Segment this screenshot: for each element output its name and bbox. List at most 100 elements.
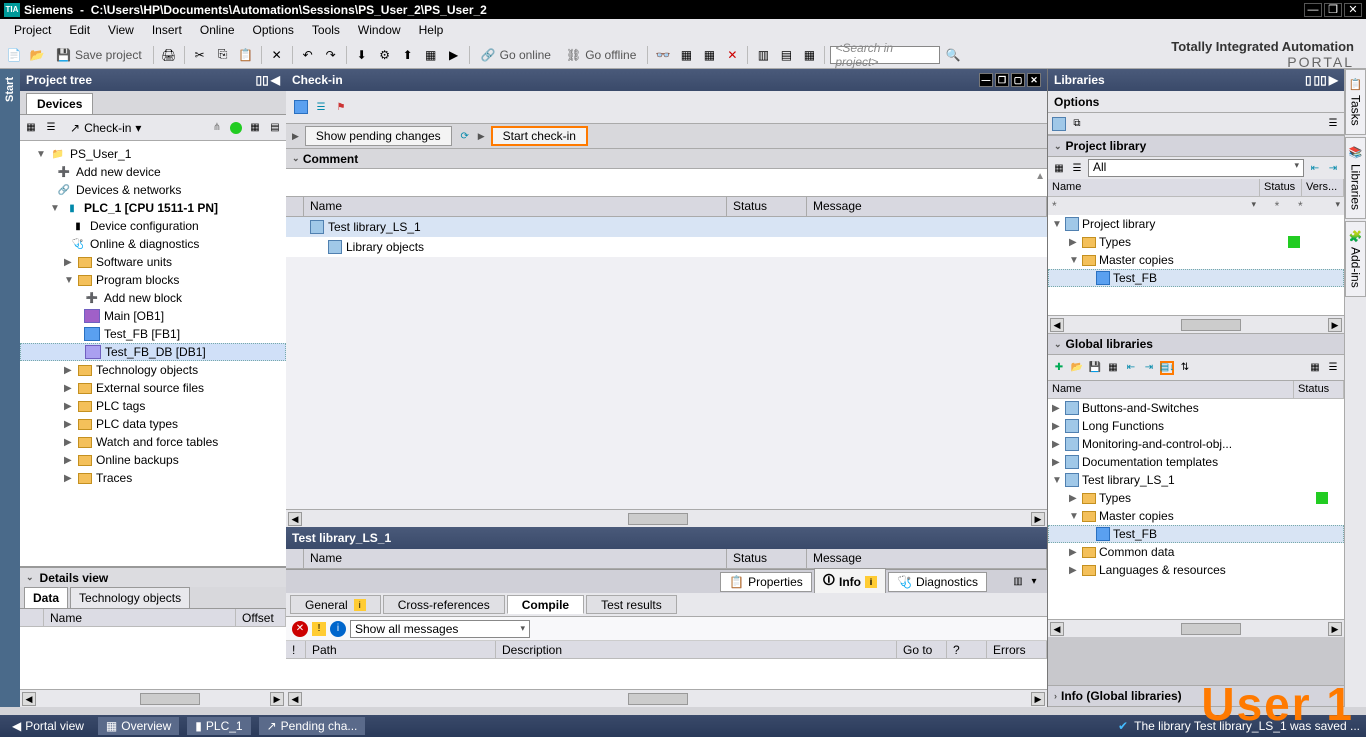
details-hscroll[interactable]: ◀▶ — [20, 689, 286, 707]
checkin-toolbar-button[interactable]: ↗ Check-in ▾ — [64, 118, 147, 138]
subtab-compile[interactable]: Compile — [507, 595, 584, 614]
subtab-crossref[interactable]: Cross-references — [383, 595, 505, 614]
start-arrow-icon[interactable]: ▶ — [478, 131, 485, 142]
tree-add-block[interactable]: ➕Add new block — [20, 289, 286, 307]
copy-icon[interactable]: ⎘ — [213, 45, 233, 65]
menu-view[interactable]: View — [100, 21, 142, 39]
warning-filter-icon[interactable]: ! — [312, 622, 326, 636]
glib-testlib-master[interactable]: ▼Master copies — [1048, 507, 1344, 525]
details-col-offset[interactable]: Offset — [236, 609, 286, 626]
sub-col-message[interactable]: Message — [807, 549, 1047, 568]
col-message[interactable]: Message — [807, 197, 1047, 216]
inspector-layout-icon[interactable]: ▥ — [1011, 575, 1025, 589]
lib-stamp-icon[interactable]: ⧉ — [1070, 117, 1084, 131]
go-online-button[interactable]: 🔗 Go online — [475, 45, 557, 65]
menu-help[interactable]: Help — [411, 21, 452, 39]
msg-col-q[interactable]: ? — [947, 641, 987, 658]
plib-master[interactable]: ▼Master copies — [1048, 251, 1344, 269]
lib-filter-icon2[interactable]: ☰ — [1070, 161, 1084, 175]
tree-program-blocks[interactable]: ▼Program blocks — [20, 271, 286, 289]
task-pending[interactable]: ↗ Pending cha... — [259, 717, 366, 735]
task-overview[interactable]: ▦ Overview — [98, 717, 179, 735]
msg-col-errors[interactable]: Errors — [987, 641, 1047, 658]
tree-traces[interactable]: ▶Traces — [20, 469, 286, 487]
checkin-row-libobjects[interactable]: Library objects — [286, 237, 1047, 257]
download-icon[interactable]: ⬇ — [352, 45, 372, 65]
minimize-button[interactable]: — — [1304, 3, 1322, 17]
start-icon[interactable]: ▶ — [444, 45, 464, 65]
tree-watch-tables[interactable]: ▶Watch and force tables — [20, 433, 286, 451]
inspector-collapse-icon[interactable]: ▾ — [1027, 575, 1041, 589]
collapse-right-icon[interactable]: ▶ — [1329, 73, 1338, 87]
lib-layout-icon[interactable]: ▯▯ — [1314, 73, 1327, 87]
lib-export-icon[interactable]: ⇥ — [1326, 161, 1340, 175]
glib-col-name[interactable]: Name — [1048, 381, 1294, 398]
glib-tb-list-icon[interactable]: ☰ — [1326, 361, 1340, 375]
refresh-icon[interactable]: ⟳ — [458, 129, 472, 143]
tb-icon[interactable]: ▦ — [676, 45, 696, 65]
tree-plc[interactable]: ▼▮PLC_1 [CPU 1511-1 PN] — [20, 199, 286, 217]
msg-hscroll[interactable]: ◀▶ — [286, 689, 1047, 707]
print-icon[interactable]: 🖨 — [159, 45, 179, 65]
info-toggle-icon[interactable]: › — [1054, 691, 1057, 701]
tree-add-device[interactable]: ➕Add new device — [20, 163, 286, 181]
globlib-toggle-icon[interactable]: ⌄ — [1054, 339, 1062, 350]
glib-testlib-fb[interactable]: Test_FB — [1048, 525, 1344, 543]
redo-icon[interactable]: ↷ — [321, 45, 341, 65]
tree-view-icon[interactable]: ▦ — [24, 121, 38, 135]
tab-properties[interactable]: 📋Properties — [720, 572, 812, 592]
tree-software-units[interactable]: ▶Software units — [20, 253, 286, 271]
split-h-icon[interactable]: ▥ — [753, 45, 773, 65]
flag-icon[interactable]: ⚑ — [334, 100, 348, 114]
subtab-general[interactable]: Generali — [290, 595, 381, 614]
center-maximize-icon[interactable]: ▢ — [1011, 73, 1025, 87]
col-name[interactable]: Name — [304, 197, 727, 216]
lib-list-icon[interactable]: ☰ — [1326, 117, 1340, 131]
tree-tech-objects[interactable]: ▶Technology objects — [20, 361, 286, 379]
lib-filter-select[interactable]: All▾ — [1088, 159, 1304, 177]
plib-col-version[interactable]: Vers... — [1302, 179, 1344, 196]
details-tab-data[interactable]: Data — [24, 587, 68, 608]
details-toggle-icon[interactable]: ⌄ — [26, 572, 34, 583]
compile-icon[interactable]: ⚙ — [375, 45, 395, 65]
message-filter-select[interactable]: Show all messages▾ — [350, 620, 530, 638]
delete-icon[interactable]: ✕ — [267, 45, 287, 65]
glib-tb-open-icon[interactable]: 📂 — [1070, 361, 1084, 375]
plib-col-status[interactable]: Status — [1260, 179, 1302, 196]
tree-online-diag[interactable]: 🩺Online & diagnostics — [20, 235, 286, 253]
glib-testlib-lang[interactable]: ▶Languages & resources — [1048, 561, 1344, 579]
tree-device-config[interactable]: ▮Device configuration — [20, 217, 286, 235]
plib-testfb[interactable]: Test_FB — [1048, 269, 1344, 287]
undo-icon[interactable]: ↶ — [298, 45, 318, 65]
tab-info[interactable]: 🛈Info i — [814, 568, 886, 595]
glib-tb-icon[interactable]: ▦ — [1106, 361, 1120, 375]
subtab-testresults[interactable]: Test results — [586, 595, 677, 614]
save-project-button[interactable]: 💾 Save project — [50, 45, 148, 65]
tree-grid-icon[interactable]: ▦ — [248, 121, 262, 135]
maximize-button[interactable]: ❐ — [1324, 3, 1342, 17]
projlib-toggle-icon[interactable]: ⌄ — [1054, 141, 1062, 152]
glib-tb-grid-icon[interactable]: ▦ — [1308, 361, 1322, 375]
vtab-libraries[interactable]: 📚 Libraries — [1345, 137, 1366, 218]
glib-row-long[interactable]: ▶Long Functions — [1048, 417, 1344, 435]
center-minimize-icon[interactable]: — — [979, 73, 993, 87]
checkin-row-testlib[interactable]: Test library_LS_1 — [286, 217, 1047, 237]
lib-import-icon[interactable]: ⇤ — [1308, 161, 1322, 175]
glib-testlib-common[interactable]: ▶Common data — [1048, 543, 1344, 561]
new-icon[interactable]: 📄 — [4, 45, 24, 65]
vtab-addins[interactable]: 🧩 Add-ins — [1345, 221, 1366, 297]
accessible-devices-icon[interactable]: 👓 — [653, 45, 673, 65]
glib-tb-sort-icon[interactable]: ⇅ — [1178, 361, 1192, 375]
tree-plc-tags[interactable]: ▶PLC tags — [20, 397, 286, 415]
glib-testlib-types[interactable]: ▶Types — [1048, 489, 1344, 507]
glib-col-status[interactable]: Status — [1294, 381, 1344, 398]
menu-insert[interactable]: Insert — [144, 21, 190, 39]
tree-main-ob1[interactable]: Main [OB1] — [20, 307, 286, 325]
go-offline-button[interactable]: ⛓ Go offline — [560, 45, 642, 65]
tab-diagnostics[interactable]: 🩺Diagnostics — [888, 572, 987, 592]
glib-row-testlib[interactable]: ▼Test library_LS_1 — [1048, 471, 1344, 489]
plib-col-name[interactable]: Name — [1048, 179, 1260, 196]
tb-close-icon[interactable]: ✕ — [722, 45, 742, 65]
portal-view-button[interactable]: ◀ Portal view — [6, 717, 90, 735]
cut-icon[interactable]: ✂ — [190, 45, 210, 65]
